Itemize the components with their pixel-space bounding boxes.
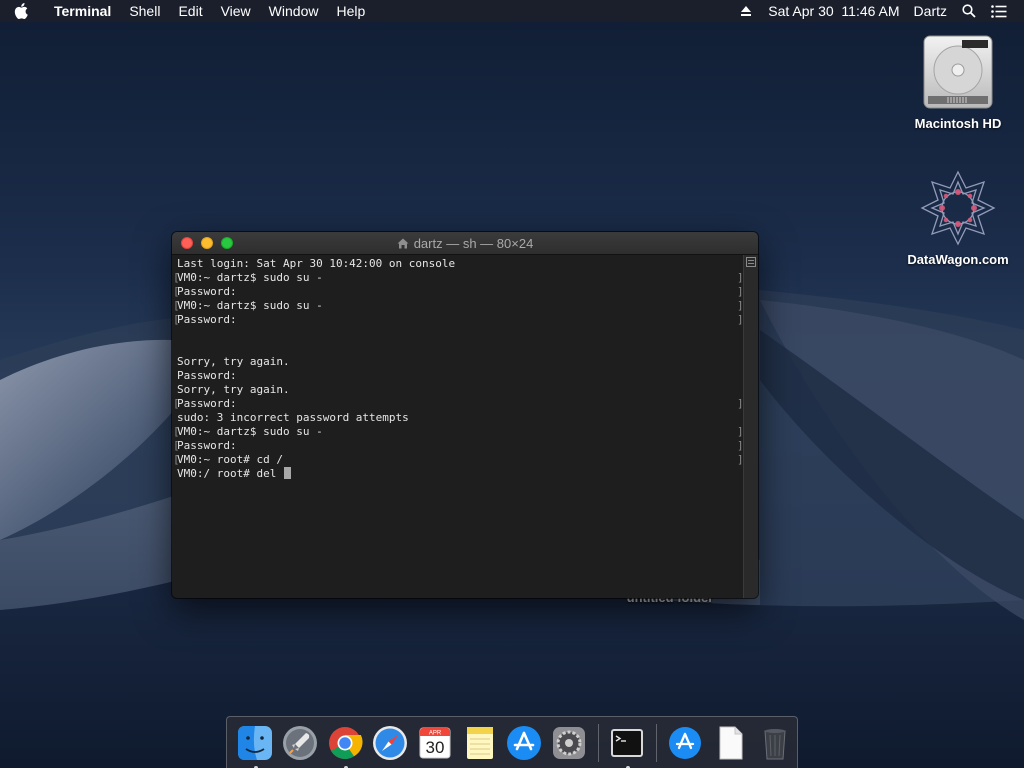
window-titlebar[interactable]: dartz — sh — 80×24	[172, 232, 758, 255]
menu-user[interactable]: Dartz	[907, 0, 954, 22]
scrollbar-menu-icon[interactable]	[746, 257, 756, 267]
terminal-line: VM0:/ root# del	[177, 467, 743, 481]
terminal-line: [VM0:~ dartz$ sudo su -]	[173, 425, 744, 439]
dock-separator	[655, 723, 657, 762]
terminal-icon	[611, 728, 644, 757]
terminal-line: sudo: 3 incorrect password attempts	[177, 411, 743, 425]
desktop-icon-macintosh-hd[interactable]: Macintosh HD	[898, 32, 1018, 131]
line-mark-left: [	[173, 285, 180, 298]
dock-app-store[interactable]	[506, 724, 543, 762]
terminal-line-text: Password:	[177, 313, 237, 326]
menu-help[interactable]: Help	[327, 0, 374, 22]
notes-icon	[466, 726, 493, 759]
terminal-line: [Password:]	[173, 439, 744, 453]
terminal-line-text: VM0:~ dartz$ sudo su -	[177, 271, 323, 284]
desktop-icon-label: Macintosh HD	[914, 116, 1002, 131]
app-store-icon	[507, 725, 542, 760]
calendar-day: 30	[425, 738, 444, 757]
terminal-scrollbar[interactable]	[743, 255, 758, 598]
minimize-window-button[interactable]	[201, 237, 213, 249]
terminal-line: [VM0:~ dartz$ sudo su -]	[173, 271, 744, 285]
terminal-line-text: Last login: Sat Apr 30 10:42:00 on conso…	[177, 257, 456, 270]
dock-notes[interactable]	[461, 724, 498, 762]
terminal-cursor	[283, 467, 291, 479]
dock-calendar[interactable]: APR 30	[416, 724, 453, 762]
terminal-line-text: Password:	[177, 369, 237, 382]
finder-icon	[238, 725, 273, 760]
terminal-output[interactable]: Last login: Sat Apr 30 10:42:00 on conso…	[172, 255, 744, 598]
terminal-line: Sorry, try again.	[177, 355, 743, 369]
system-preferences-icon	[553, 726, 586, 759]
dock-downloads-stack[interactable]	[667, 724, 704, 762]
close-window-button[interactable]	[181, 237, 193, 249]
safari-icon	[372, 725, 407, 760]
terminal-line-text: VM0:~ dartz$ sudo su -	[177, 299, 323, 312]
terminal-line-text: sudo: 3 incorrect password attempts	[177, 411, 409, 424]
document-icon	[719, 726, 743, 759]
trash-icon	[764, 728, 786, 759]
datawagon-logo-icon	[918, 168, 998, 248]
terminal-line-text: Password:	[177, 439, 237, 452]
menu-shell[interactable]: Shell	[120, 0, 169, 22]
line-mark-left: [	[173, 397, 180, 410]
desktop-icon-label: DataWagon.com	[907, 252, 1009, 267]
launchpad-icon	[283, 725, 318, 760]
window-title: dartz — sh — 80×24	[172, 232, 758, 254]
line-mark-left: [	[173, 299, 180, 312]
terminal-line: [Password:]	[173, 313, 744, 327]
dock-terminal[interactable]	[609, 724, 646, 768]
eject-icon[interactable]	[731, 0, 761, 22]
zoom-window-button[interactable]	[221, 237, 233, 249]
terminal-line: [VM0:~ dartz$ sudo su -]	[173, 299, 744, 313]
menu-edit[interactable]: Edit	[169, 0, 211, 22]
dock-trash[interactable]	[756, 724, 793, 762]
desktop: Terminal Shell Edit View Window Help Sat…	[0, 0, 1024, 768]
terminal-window[interactable]: dartz — sh — 80×24 Last login: Sat Apr 3…	[172, 232, 758, 598]
line-mark-left: [	[173, 313, 180, 326]
terminal-line: [VM0:~ root# cd /]	[173, 453, 744, 467]
calendar-month: APR	[429, 730, 442, 736]
menu-window[interactable]: Window	[260, 0, 328, 22]
terminal-line-text: VM0:~ dartz$ sudo su -	[177, 425, 323, 438]
menu-view[interactable]: View	[212, 0, 260, 22]
desktop-icon-datawagon[interactable]: DataWagon.com	[898, 168, 1018, 267]
terminal-line: Password:	[177, 369, 743, 383]
dock-finder[interactable]	[237, 724, 274, 768]
terminal-line: [Password:]	[173, 285, 744, 299]
terminal-line: [Password:]	[173, 397, 744, 411]
notification-center-icon[interactable]	[984, 0, 1014, 22]
terminal-line-text: VM0:~ root# cd /	[177, 453, 283, 466]
terminal-line-text: Sorry, try again.	[177, 355, 290, 368]
dock-separator	[597, 723, 599, 762]
calendar-icon: APR 30	[419, 727, 451, 758]
line-mark-left: [	[173, 439, 180, 452]
terminal-line-text: Password:	[177, 397, 237, 410]
terminal-line-text: VM0:/ root# del	[177, 467, 283, 480]
chrome-icon	[329, 726, 363, 759]
terminal-line-text: Sorry, try again.	[177, 383, 290, 396]
line-mark-left: [	[173, 425, 180, 438]
dock: APR 30	[226, 716, 798, 768]
hard-drive-icon	[918, 32, 998, 112]
menu-bar: Terminal Shell Edit View Window Help Sat…	[0, 0, 1024, 22]
terminal-line: Last login: Sat Apr 30 10:42:00 on conso…	[177, 257, 743, 271]
spotlight-search-icon[interactable]	[954, 0, 984, 22]
menu-clock[interactable]: Sat Apr 30 11:46 AM	[761, 0, 906, 22]
menu-app-name[interactable]: Terminal	[42, 0, 120, 22]
terminal-line: Sorry, try again.	[177, 383, 743, 397]
terminal-line-text: Password:	[177, 285, 237, 298]
line-mark-left: [	[173, 271, 180, 284]
window-title-text: dartz — sh — 80×24	[413, 235, 534, 251]
dock-launchpad[interactable]	[282, 724, 319, 762]
downloads-app-store-icon	[668, 726, 701, 759]
home-folder-icon	[397, 238, 409, 249]
apple-icon[interactable]	[0, 0, 42, 22]
dock-chrome[interactable]	[327, 724, 364, 768]
dock-safari[interactable]	[372, 724, 409, 762]
line-mark-left: [	[173, 453, 180, 466]
dock-system-preferences[interactable]	[551, 724, 588, 762]
dock-document[interactable]	[711, 724, 748, 762]
